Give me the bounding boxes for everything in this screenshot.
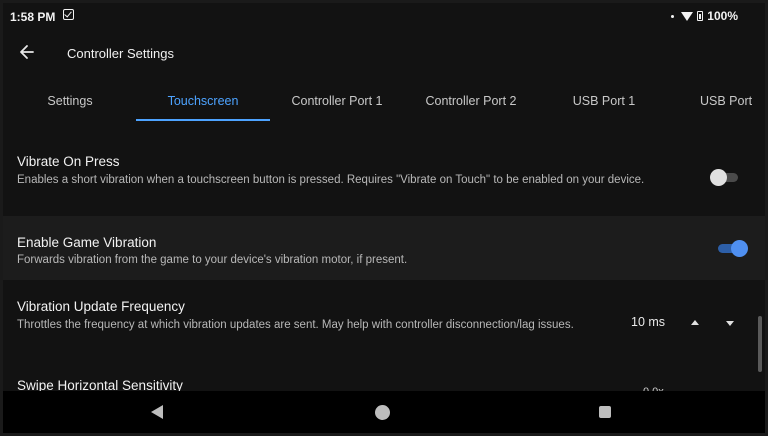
toggle-thumb	[731, 240, 748, 257]
status-right: 100%	[671, 9, 738, 23]
setting-vibration-update-frequency[interactable]: Vibration Update Frequency Throttles the…	[3, 283, 765, 353]
tab-controller-port-1[interactable]: Controller Port 1	[283, 81, 391, 121]
decrease-arrow-icon[interactable]	[722, 315, 738, 331]
enable-game-vibration-toggle[interactable]	[716, 240, 748, 257]
wifi-icon	[681, 11, 694, 21]
tab-usb-port-2[interactable]: USB Port	[700, 81, 765, 121]
system-nav-bar	[3, 391, 765, 433]
setting-description: Enables a short vibration when a touchsc…	[17, 174, 645, 186]
recents-square-icon[interactable]	[599, 406, 611, 418]
setting-label: Vibration Update Frequency	[17, 299, 185, 314]
toggle-thumb	[710, 169, 727, 186]
app-window: 1:58 PM 100% Controller Settings Setting…	[3, 3, 765, 433]
setting-swipe-horizontal-sensitivity[interactable]: Swipe Horizontal Sensitivity 0.0x	[3, 373, 765, 398]
battery-icon	[697, 11, 704, 21]
setting-label: Vibrate On Press	[17, 154, 120, 169]
setting-enable-game-vibration[interactable]: Enable Game Vibration Forwards vibration…	[3, 216, 765, 280]
status-bar: 1:58 PM 100%	[3, 3, 765, 29]
tab-usb-port-1[interactable]: USB Port 1	[563, 81, 645, 121]
back-triangle-icon[interactable]	[151, 405, 163, 419]
arrow-left-icon[interactable]	[17, 42, 37, 62]
frequency-value: 10 ms	[631, 315, 666, 329]
tab-settings[interactable]: Settings	[31, 81, 109, 121]
page-title: Controller Settings	[67, 46, 174, 61]
setting-label: Enable Game Vibration	[17, 235, 157, 250]
setting-description: Forwards vibration from the game to your…	[17, 254, 408, 266]
tab-controller-port-2[interactable]: Controller Port 2	[417, 81, 525, 121]
setting-description: Throttles the frequency at which vibrati…	[17, 319, 574, 331]
status-time: 1:58 PM	[10, 10, 56, 24]
scrollbar-thumb[interactable]	[758, 316, 762, 372]
tab-bar: Settings Touchscreen Controller Port 1 C…	[3, 81, 765, 121]
battery-percent: 100%	[707, 9, 738, 23]
increase-arrow-icon[interactable]	[687, 315, 703, 331]
signal-dot-icon	[671, 14, 675, 18]
checkbox-icon	[63, 9, 74, 20]
vibrate-on-press-toggle[interactable]	[710, 169, 740, 186]
app-bar: Controller Settings	[3, 29, 765, 75]
setting-vibrate-on-press[interactable]: Vibrate On Press Enables a short vibrati…	[3, 146, 765, 214]
home-circle-icon[interactable]	[375, 405, 390, 420]
tab-touchscreen[interactable]: Touchscreen	[136, 81, 270, 121]
